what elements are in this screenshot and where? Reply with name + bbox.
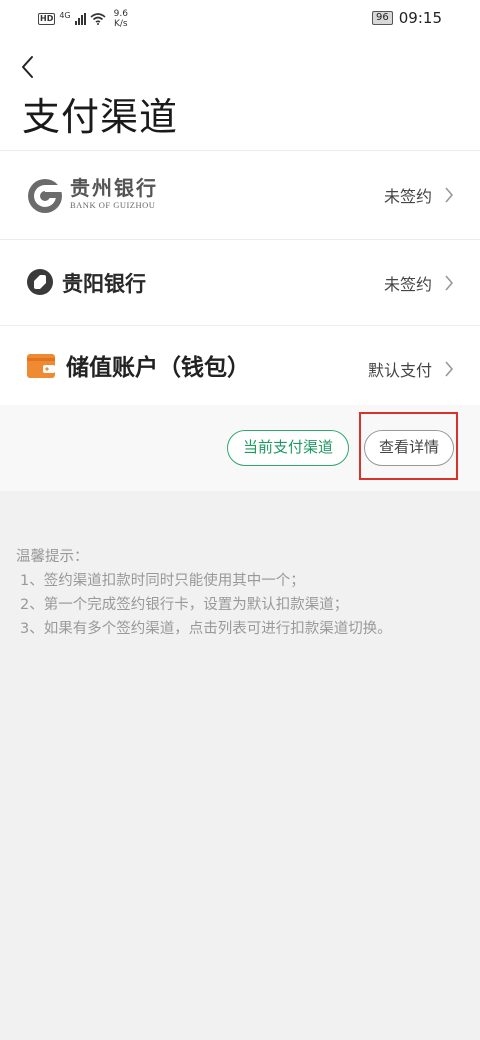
channel-status: 未签约 bbox=[383, 187, 432, 206]
current-channel-button[interactable]: 当前支付渠道 bbox=[227, 430, 349, 466]
network-speed: 9.6 K/s bbox=[113, 9, 128, 29]
clock: 09:15 bbox=[398, 9, 442, 27]
header: 支付渠道 bbox=[0, 36, 480, 150]
wallet-name: 储值账户（钱包） bbox=[66, 355, 250, 381]
payment-channels-screen: HD 4G 9.6 K/s 96 09:15 支付渠道 贵州银行 BANK OF… bbox=[0, 0, 480, 1040]
channel-status: 默认支付 bbox=[367, 360, 432, 380]
action-strip: 当前支付渠道 查看详情 bbox=[0, 405, 480, 491]
chevron-right-icon bbox=[445, 187, 454, 203]
back-arrow-icon[interactable] bbox=[18, 54, 38, 80]
network-type: 4G bbox=[59, 10, 71, 20]
tip-line-3: 3、如果有多个签约渠道，点击列表可进行扣款渠道切换。 bbox=[20, 621, 392, 637]
channel-list: 贵州银行 BANK OF GUIZHOU 未签约 贵阳银行 未签约 储值账户（钱… bbox=[0, 150, 480, 411]
wallet-icon bbox=[27, 354, 55, 378]
tip-line-1: 1、签约渠道扣款时同时只能使用其中一个； bbox=[20, 573, 305, 589]
channel-row-guizhou-bank[interactable]: 贵州银行 BANK OF GUIZHOU 未签约 bbox=[0, 150, 480, 239]
battery-icon: 96 bbox=[372, 11, 393, 25]
wifi-icon bbox=[90, 13, 106, 25]
tip-line-2: 2、第一个完成签约银行卡，设置为默认扣款渠道； bbox=[20, 597, 349, 613]
view-details-button[interactable]: 查看详情 bbox=[364, 430, 454, 466]
channel-row-wallet[interactable]: 储值账户（钱包） 默认支付 bbox=[0, 325, 480, 411]
hd-indicator: HD bbox=[38, 13, 56, 25]
channel-row-guiyang-bank[interactable]: 贵阳银行 未签约 bbox=[0, 239, 480, 325]
channel-status: 未签约 bbox=[383, 274, 432, 294]
guiyang-bank-name: 贵阳银行 bbox=[62, 272, 146, 296]
chevron-right-icon bbox=[445, 274, 454, 291]
page-title: 支付渠道 bbox=[22, 95, 179, 139]
guizhou-bank-logo bbox=[28, 179, 63, 213]
status-bar: HD 4G 9.6 K/s 96 09:15 bbox=[0, 0, 480, 36]
signal-icon bbox=[74, 13, 86, 25]
tips-section: 温馨提示： 1、签约渠道扣款时同时只能使用其中一个； 2、第一个完成签约银行卡，… bbox=[16, 545, 466, 641]
guizhou-bank-name: 贵州银行 BANK OF GUIZHOU bbox=[70, 176, 158, 210]
guiyang-bank-logo bbox=[27, 269, 53, 295]
chevron-right-icon bbox=[445, 360, 454, 377]
tips-heading: 温馨提示： bbox=[16, 549, 89, 565]
